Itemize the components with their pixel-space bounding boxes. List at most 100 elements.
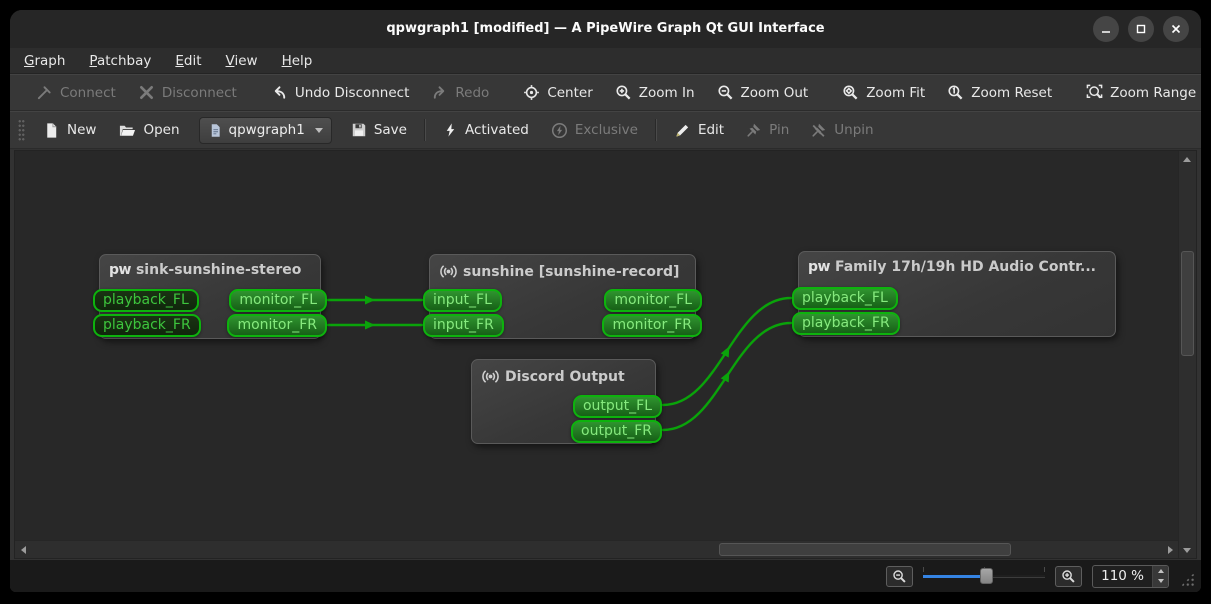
exclusive-button[interactable]: Exclusive <box>540 115 649 145</box>
toolbar-separator <box>654 119 657 141</box>
window-title: qpwgraph1 [modified] — A PipeWire Graph … <box>386 21 825 36</box>
chevron-down-icon <box>314 127 323 133</box>
scroll-up-button[interactable] <box>1179 151 1195 167</box>
zoom-reset-button[interactable]: Zoom Reset <box>936 78 1063 108</box>
menu-graph[interactable]: Graph <box>24 53 65 69</box>
node-family-hd-audio[interactable]: pw Family 17h/19h HD Audio Contr... play… <box>792 251 1116 337</box>
zoom-in-icon <box>616 85 631 100</box>
unpin-button[interactable]: Unpin <box>800 115 884 145</box>
port-playback-fl[interactable]: playback_FL <box>792 287 898 310</box>
port-input-fl[interactable]: input_FL <box>423 289 502 312</box>
zoom-range-button[interactable]: Zoom Range <box>1075 78 1201 108</box>
unpin-icon <box>812 123 826 137</box>
port-input-fr[interactable]: input_FR <box>423 314 504 337</box>
patchbay-selector[interactable]: qpwgraph1 <box>198 116 332 144</box>
node-sink-sunshine-stereo[interactable]: pw sink-sunshine-stereo playback_FL play… <box>93 254 327 339</box>
close-button[interactable] <box>1163 16 1189 42</box>
scroll-right-button[interactable] <box>1162 542 1178 558</box>
arrow-up-icon <box>1183 156 1191 162</box>
node-discord-output[interactable]: Discord Output output_FL output_FR <box>471 359 662 444</box>
disconnect-icon <box>139 85 153 100</box>
port-output-fl[interactable]: output_FL <box>572 395 662 418</box>
undo-icon <box>274 86 285 99</box>
port-monitor-fr[interactable]: monitor_FR <box>227 314 327 337</box>
zoom-fit-icon <box>843 85 858 100</box>
pin-button[interactable]: Pin <box>735 115 800 145</box>
toolbar-drag-handle[interactable] <box>18 119 25 141</box>
window-resize-grip[interactable] <box>1180 572 1195 587</box>
graph-toolbar: Connect Disconnect Undo Disconnect Redo … <box>10 74 1201 111</box>
zoom-reset-icon <box>948 85 963 100</box>
port-monitor-fr[interactable]: monitor_FR <box>602 314 702 337</box>
connection-wires-layer <box>326 295 793 432</box>
vertical-scrollbar[interactable] <box>1178 151 1196 558</box>
new-button[interactable]: New <box>32 115 107 145</box>
node-title: sink-sunshine-stereo <box>135 262 302 278</box>
horizontal-scroll-thumb[interactable] <box>719 543 1011 556</box>
edit-pencil-icon <box>676 124 689 137</box>
graph-canvas[interactable]: pw sink-sunshine-stereo playback_FL play… <box>15 151 1178 540</box>
port-monitor-fl[interactable]: monitor_FL <box>604 289 702 312</box>
zoom-percent-spinbox[interactable]: 110 % <box>1092 564 1169 588</box>
save-button[interactable]: Save <box>340 115 418 145</box>
port-monitor-fl[interactable]: monitor_FL <box>229 289 327 312</box>
node-title: Discord Output <box>505 368 625 385</box>
horizontal-scrollbar[interactable] <box>15 540 1178 558</box>
arrow-up-icon <box>1157 568 1164 573</box>
zoom-in-button[interactable]: Zoom In <box>604 78 706 108</box>
connect-button[interactable]: Connect <box>25 78 127 108</box>
undo-disconnect-button[interactable]: Undo Disconnect <box>260 78 421 108</box>
arrow-down-icon <box>1157 579 1164 584</box>
port-output-fr[interactable]: output_FR <box>571 420 662 443</box>
zoom-percent-value: 110 % <box>1101 567 1144 584</box>
stream-icon <box>482 370 499 383</box>
menu-patchbay[interactable]: Patchbay <box>89 53 151 69</box>
menu-edit[interactable]: Edit <box>175 53 201 69</box>
center-button[interactable]: Center <box>512 78 603 108</box>
menu-view[interactable]: View <box>226 53 258 69</box>
node-title: sunshine [sunshine-record] <box>463 263 680 280</box>
port-playback-fr[interactable]: playback_FR <box>792 312 900 335</box>
zoom-in-icon <box>1062 569 1075 583</box>
zoom-fit-button[interactable]: Zoom Fit <box>831 78 936 108</box>
activated-button[interactable]: Activated <box>432 115 540 145</box>
port-playback-fr[interactable]: playback_FR <box>93 314 201 337</box>
exclusive-bolt-icon <box>551 122 567 138</box>
maximize-button[interactable] <box>1128 16 1154 42</box>
wire-arrow-icon <box>365 295 375 305</box>
vertical-scroll-thumb[interactable] <box>1181 251 1194 356</box>
zoom-slider-handle[interactable] <box>979 568 993 584</box>
zoom-out-button[interactable]: Zoom Out <box>706 78 820 108</box>
statusbar-zoom-in-button[interactable] <box>1055 565 1083 587</box>
menu-help[interactable]: Help <box>282 53 313 69</box>
spin-down-button[interactable] <box>1153 576 1168 587</box>
minimize-icon <box>1102 31 1110 33</box>
port-playback-fl[interactable]: playback_FL <box>93 289 199 312</box>
new-file-icon <box>47 122 57 138</box>
statusbar-zoom-out-button[interactable] <box>886 565 914 587</box>
central-area: pw sink-sunshine-stereo playback_FL play… <box>10 149 1201 560</box>
open-button[interactable]: Open <box>107 115 190 145</box>
statusbar: 110 % <box>10 560 1201 592</box>
edit-button[interactable]: Edit <box>663 115 735 145</box>
redo-button[interactable]: Redo <box>420 78 500 108</box>
patchbay-selector-value: qpwgraph1 <box>228 122 305 138</box>
scroll-left-button[interactable] <box>15 542 31 558</box>
node-sunshine-record[interactable]: sunshine [sunshine-record] input_FL inpu… <box>423 254 702 339</box>
patchbay-toolbar: New Open qpwgraph1 Save Activated Exclus… <box>10 111 1201 149</box>
titlebar[interactable]: qpwgraph1 [modified] — A PipeWire Graph … <box>10 10 1201 48</box>
stream-icon <box>440 265 457 278</box>
canvas-frame: pw sink-sunshine-stereo playback_FL play… <box>14 150 1197 559</box>
arrow-left-icon <box>20 546 26 554</box>
disconnect-button[interactable]: Disconnect <box>127 78 248 108</box>
save-icon <box>352 123 366 137</box>
redo-icon <box>434 86 445 99</box>
minimize-button[interactable] <box>1093 16 1119 42</box>
scroll-down-button[interactable] <box>1179 542 1195 558</box>
open-folder-icon <box>120 125 136 136</box>
activated-bolt-icon <box>446 123 455 137</box>
zoom-slider[interactable] <box>923 566 1046 586</box>
arrow-down-icon <box>1183 547 1191 553</box>
spin-up-button[interactable] <box>1153 566 1168 577</box>
toolbar-separator <box>423 119 426 141</box>
